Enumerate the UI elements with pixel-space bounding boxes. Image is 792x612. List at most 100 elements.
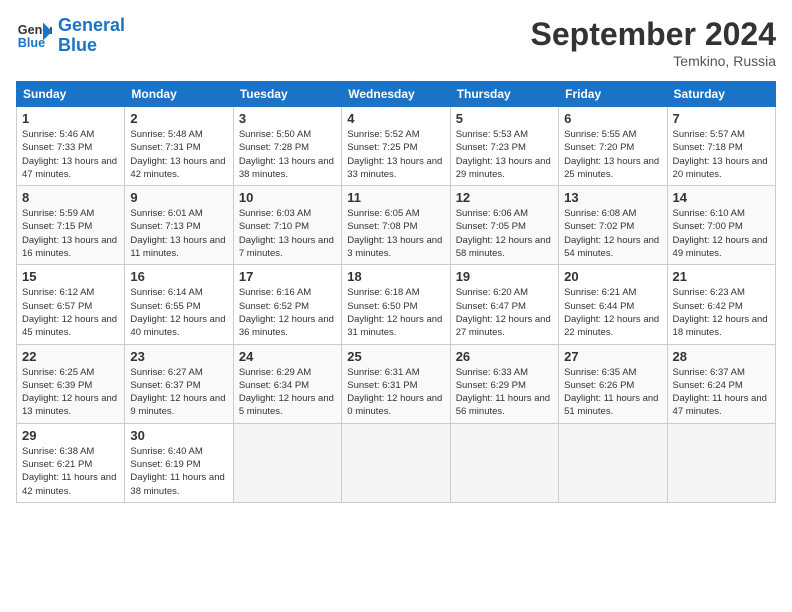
daylight-text: Daylight: 12 hours and 27 minutes. — [456, 314, 551, 338]
day-number: 22 — [22, 349, 119, 364]
sunset-text: Sunset: 6:29 PM — [456, 380, 526, 391]
sunrise-text: Sunrise: 6:05 AM — [347, 208, 419, 219]
day-number: 19 — [456, 269, 553, 284]
sunset-text: Sunset: 6:47 PM — [456, 301, 526, 312]
daylight-text: Daylight: 12 hours and 36 minutes. — [239, 314, 334, 338]
sunset-text: Sunset: 6:52 PM — [239, 301, 309, 312]
day-number: 27 — [564, 349, 661, 364]
daylight-text: Daylight: 12 hours and 54 minutes. — [564, 235, 659, 259]
sunrise-text: Sunrise: 5:53 AM — [456, 129, 528, 140]
day-number: 12 — [456, 190, 553, 205]
sunset-text: Sunset: 7:15 PM — [22, 221, 92, 232]
calendar-weekday-header: Saturday — [667, 82, 775, 107]
cell-content: Sunrise: 5:46 AM Sunset: 7:33 PM Dayligh… — [22, 128, 119, 181]
sunset-text: Sunset: 6:50 PM — [347, 301, 417, 312]
sunrise-text: Sunrise: 5:57 AM — [673, 129, 745, 140]
daylight-text: Daylight: 12 hours and 31 minutes. — [347, 314, 442, 338]
cell-content: Sunrise: 6:06 AM Sunset: 7:05 PM Dayligh… — [456, 207, 553, 260]
day-number: 14 — [673, 190, 770, 205]
calendar-weekday-header: Wednesday — [342, 82, 450, 107]
calendar-week-row: 1 Sunrise: 5:46 AM Sunset: 7:33 PM Dayli… — [17, 107, 776, 186]
cell-content: Sunrise: 6:16 AM Sunset: 6:52 PM Dayligh… — [239, 286, 336, 339]
daylight-text: Daylight: 12 hours and 22 minutes. — [564, 314, 659, 338]
cell-content: Sunrise: 5:57 AM Sunset: 7:18 PM Dayligh… — [673, 128, 770, 181]
day-number: 8 — [22, 190, 119, 205]
sunset-text: Sunset: 7:05 PM — [456, 221, 526, 232]
calendar-cell: 8 Sunrise: 5:59 AM Sunset: 7:15 PM Dayli… — [17, 186, 125, 265]
calendar-cell: 27 Sunrise: 6:35 AM Sunset: 6:26 PM Dayl… — [559, 344, 667, 423]
calendar-cell: 23 Sunrise: 6:27 AM Sunset: 6:37 PM Dayl… — [125, 344, 233, 423]
cell-content: Sunrise: 6:23 AM Sunset: 6:42 PM Dayligh… — [673, 286, 770, 339]
day-number: 29 — [22, 428, 119, 443]
cell-content: Sunrise: 6:38 AM Sunset: 6:21 PM Dayligh… — [22, 445, 119, 498]
cell-content: Sunrise: 6:05 AM Sunset: 7:08 PM Dayligh… — [347, 207, 444, 260]
sunrise-text: Sunrise: 6:33 AM — [456, 367, 528, 378]
sunset-text: Sunset: 7:31 PM — [130, 142, 200, 153]
day-number: 9 — [130, 190, 227, 205]
calendar-cell: 19 Sunrise: 6:20 AM Sunset: 6:47 PM Dayl… — [450, 265, 558, 344]
calendar-cell: 20 Sunrise: 6:21 AM Sunset: 6:44 PM Dayl… — [559, 265, 667, 344]
calendar-cell: 10 Sunrise: 6:03 AM Sunset: 7:10 PM Dayl… — [233, 186, 341, 265]
day-number: 3 — [239, 111, 336, 126]
day-number: 24 — [239, 349, 336, 364]
calendar-cell: 6 Sunrise: 5:55 AM Sunset: 7:20 PM Dayli… — [559, 107, 667, 186]
day-number: 25 — [347, 349, 444, 364]
cell-content: Sunrise: 6:01 AM Sunset: 7:13 PM Dayligh… — [130, 207, 227, 260]
cell-content: Sunrise: 5:53 AM Sunset: 7:23 PM Dayligh… — [456, 128, 553, 181]
logo-icon: General Blue — [16, 18, 52, 54]
cell-content: Sunrise: 6:37 AM Sunset: 6:24 PM Dayligh… — [673, 366, 770, 419]
day-number: 21 — [673, 269, 770, 284]
sunrise-text: Sunrise: 6:23 AM — [673, 287, 745, 298]
calendar-cell: 9 Sunrise: 6:01 AM Sunset: 7:13 PM Dayli… — [125, 186, 233, 265]
calendar-cell — [667, 423, 775, 502]
calendar-cell: 3 Sunrise: 5:50 AM Sunset: 7:28 PM Dayli… — [233, 107, 341, 186]
day-number: 16 — [130, 269, 227, 284]
daylight-text: Daylight: 13 hours and 11 minutes. — [130, 235, 225, 259]
day-number: 15 — [22, 269, 119, 284]
cell-content: Sunrise: 6:40 AM Sunset: 6:19 PM Dayligh… — [130, 445, 227, 498]
calendar-cell — [342, 423, 450, 502]
calendar-weekday-header: Tuesday — [233, 82, 341, 107]
daylight-text: Daylight: 13 hours and 38 minutes. — [239, 156, 334, 180]
sunrise-text: Sunrise: 6:27 AM — [130, 367, 202, 378]
logo-text: GeneralBlue — [58, 16, 125, 56]
sunrise-text: Sunrise: 6:01 AM — [130, 208, 202, 219]
daylight-text: Daylight: 12 hours and 13 minutes. — [22, 393, 117, 417]
daylight-text: Daylight: 12 hours and 0 minutes. — [347, 393, 442, 417]
calendar-cell: 7 Sunrise: 5:57 AM Sunset: 7:18 PM Dayli… — [667, 107, 775, 186]
day-number: 23 — [130, 349, 227, 364]
cell-content: Sunrise: 5:48 AM Sunset: 7:31 PM Dayligh… — [130, 128, 227, 181]
sunset-text: Sunset: 6:42 PM — [673, 301, 743, 312]
cell-content: Sunrise: 6:18 AM Sunset: 6:50 PM Dayligh… — [347, 286, 444, 339]
day-number: 2 — [130, 111, 227, 126]
daylight-text: Daylight: 11 hours and 42 minutes. — [22, 472, 116, 496]
calendar-cell: 14 Sunrise: 6:10 AM Sunset: 7:00 PM Dayl… — [667, 186, 775, 265]
sunrise-text: Sunrise: 6:14 AM — [130, 287, 202, 298]
sunrise-text: Sunrise: 5:50 AM — [239, 129, 311, 140]
sunrise-text: Sunrise: 5:52 AM — [347, 129, 419, 140]
day-number: 17 — [239, 269, 336, 284]
sunset-text: Sunset: 6:55 PM — [130, 301, 200, 312]
sunset-text: Sunset: 7:25 PM — [347, 142, 417, 153]
cell-content: Sunrise: 6:29 AM Sunset: 6:34 PM Dayligh… — [239, 366, 336, 419]
calendar-cell: 15 Sunrise: 6:12 AM Sunset: 6:57 PM Dayl… — [17, 265, 125, 344]
sunrise-text: Sunrise: 6:31 AM — [347, 367, 419, 378]
calendar-weekday-header: Monday — [125, 82, 233, 107]
daylight-text: Daylight: 13 hours and 29 minutes. — [456, 156, 551, 180]
sunset-text: Sunset: 6:19 PM — [130, 459, 200, 470]
sunset-text: Sunset: 7:20 PM — [564, 142, 634, 153]
daylight-text: Daylight: 12 hours and 18 minutes. — [673, 314, 768, 338]
calendar-week-row: 22 Sunrise: 6:25 AM Sunset: 6:39 PM Dayl… — [17, 344, 776, 423]
sunrise-text: Sunrise: 6:25 AM — [22, 367, 94, 378]
cell-content: Sunrise: 6:14 AM Sunset: 6:55 PM Dayligh… — [130, 286, 227, 339]
day-number: 18 — [347, 269, 444, 284]
sunrise-text: Sunrise: 6:18 AM — [347, 287, 419, 298]
sunset-text: Sunset: 6:34 PM — [239, 380, 309, 391]
daylight-text: Daylight: 12 hours and 5 minutes. — [239, 393, 334, 417]
calendar-header-row: SundayMondayTuesdayWednesdayThursdayFrid… — [17, 82, 776, 107]
calendar-cell — [233, 423, 341, 502]
day-number: 1 — [22, 111, 119, 126]
calendar-cell: 28 Sunrise: 6:37 AM Sunset: 6:24 PM Dayl… — [667, 344, 775, 423]
calendar-cell: 4 Sunrise: 5:52 AM Sunset: 7:25 PM Dayli… — [342, 107, 450, 186]
daylight-text: Daylight: 12 hours and 58 minutes. — [456, 235, 551, 259]
